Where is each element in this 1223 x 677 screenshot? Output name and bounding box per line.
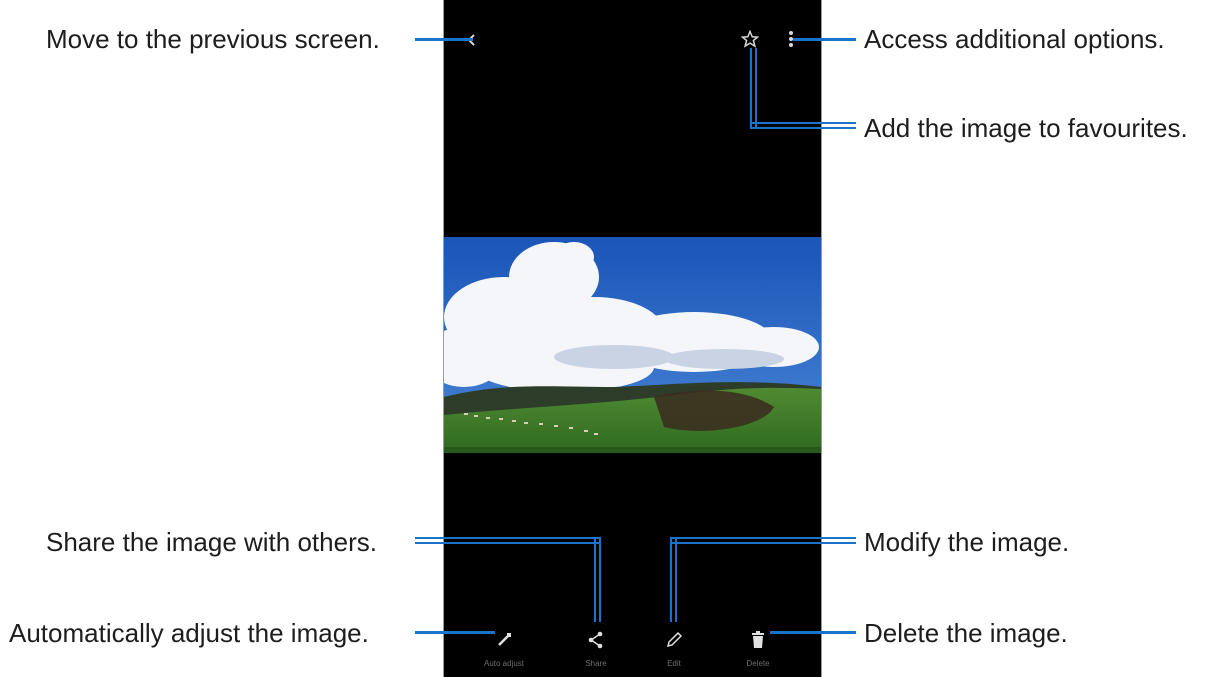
callout-back: Move to the previous screen. bbox=[46, 24, 380, 54]
callout-line-more bbox=[793, 38, 856, 41]
auto-adjust-label: Auto adjust bbox=[483, 659, 525, 668]
callout-delete: Delete the image. bbox=[864, 618, 1068, 648]
callout-share: Share the image with others. bbox=[46, 527, 377, 557]
delete-label: Delete bbox=[746, 659, 770, 668]
share-label: Share bbox=[585, 659, 607, 668]
callout-line-auto-adjust bbox=[415, 631, 495, 634]
callout-auto-adjust: Automatically adjust the image. bbox=[9, 618, 369, 648]
gallery-viewer-screen: Auto adjust Share Edit Delete bbox=[443, 0, 822, 677]
callout-line-share-vertical bbox=[594, 537, 601, 622]
delete-button[interactable] bbox=[746, 628, 770, 652]
pencil-icon bbox=[666, 631, 683, 648]
edit-button[interactable] bbox=[662, 628, 686, 652]
edit-label: Edit bbox=[667, 659, 681, 668]
callout-line-favourite-vertical bbox=[750, 48, 757, 129]
callout-line-delete bbox=[770, 631, 856, 634]
share-icon bbox=[588, 631, 603, 649]
callout-line-share-horizontal bbox=[415, 537, 601, 544]
callout-line-favourite-horizontal bbox=[750, 122, 856, 129]
star-icon bbox=[741, 30, 759, 48]
favourite-button[interactable] bbox=[740, 29, 760, 49]
gallery-image[interactable] bbox=[444, 237, 821, 453]
magic-wand-icon bbox=[498, 633, 511, 646]
callout-line-edit-horizontal bbox=[670, 537, 856, 544]
callout-edit: Modify the image. bbox=[864, 527, 1070, 557]
callout-more: Access additional options. bbox=[864, 24, 1165, 54]
callout-line-back bbox=[415, 38, 473, 41]
trash-icon bbox=[752, 631, 764, 648]
callout-favourite: Add the image to favourites. bbox=[864, 113, 1188, 143]
callout-line-edit-vertical bbox=[670, 537, 677, 622]
share-button[interactable] bbox=[584, 628, 608, 652]
auto-adjust-button[interactable] bbox=[492, 628, 516, 652]
